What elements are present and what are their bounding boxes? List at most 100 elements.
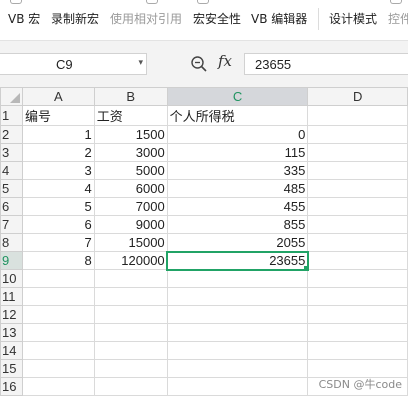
cell-b5[interactable]: 6000 (93, 179, 168, 198)
column-header-d[interactable]: D (307, 87, 408, 106)
cell-c10[interactable] (166, 269, 309, 288)
row-header[interactable]: 10 (0, 269, 23, 288)
row-header[interactable]: 15 (0, 359, 23, 378)
column-header-a[interactable]: A (21, 87, 95, 106)
row-header[interactable]: 4 (0, 161, 23, 180)
cell-c14[interactable] (166, 341, 309, 360)
cell-a5[interactable]: 4 (21, 179, 95, 198)
cell-a6[interactable]: 5 (21, 197, 95, 216)
chevron-down-icon[interactable]: ▾ (138, 58, 143, 68)
cell-a8[interactable]: 7 (21, 233, 95, 252)
cell-a3[interactable]: 2 (21, 143, 95, 162)
cell-b13[interactable] (93, 323, 168, 342)
cell-d14[interactable] (307, 341, 408, 360)
formula-input[interactable]: 23655 (244, 53, 408, 75)
cell-a11[interactable] (21, 287, 95, 306)
cell-c5[interactable]: 485 (166, 179, 309, 198)
cell-c7[interactable]: 855 (166, 215, 309, 234)
cell-c16[interactable] (166, 377, 309, 396)
cell-b14[interactable] (93, 341, 168, 360)
cell-c2[interactable]: 0 (166, 125, 309, 144)
row-header[interactable]: 14 (0, 341, 23, 360)
cell-b11[interactable] (93, 287, 168, 306)
cell-d9[interactable] (307, 251, 408, 270)
cell-c13[interactable] (166, 323, 309, 342)
table-row: 12 (0, 305, 408, 324)
spreadsheet-grid[interactable]: A B C D 1 编号 工资 个人所得税 2 1 1500 0 3 2 3000 115 4 3 5000… (0, 87, 408, 396)
row-header[interactable]: 3 (0, 143, 23, 162)
cell-c6[interactable]: 455 (166, 197, 309, 216)
name-box[interactable]: C9 ▾ (0, 53, 147, 75)
row-header[interactable]: 16 (0, 377, 23, 396)
select-all-corner[interactable] (0, 87, 23, 106)
cell-c1[interactable]: 个人所得税 (166, 105, 309, 126)
row-header[interactable]: 5 (0, 179, 23, 198)
table-row: 2 1 1500 0 (0, 125, 408, 144)
cell-b10[interactable] (93, 269, 168, 288)
row-header[interactable]: 6 (0, 197, 23, 216)
cell-c11[interactable] (166, 287, 309, 306)
cell-a13[interactable] (21, 323, 95, 342)
row-header[interactable]: 1 (0, 105, 23, 126)
cell-a14[interactable] (21, 341, 95, 360)
row-header[interactable]: 9 (0, 251, 23, 270)
cell-d4[interactable] (307, 161, 408, 180)
cell-a15[interactable] (21, 359, 95, 378)
cell-a12[interactable] (21, 305, 95, 324)
cell-b4[interactable]: 5000 (93, 161, 168, 180)
cell-d5[interactable] (307, 179, 408, 198)
cell-b16[interactable] (93, 377, 168, 396)
fx-function-icon[interactable]: fx (218, 52, 232, 70)
cell-d15[interactable] (307, 359, 408, 378)
cell-c8[interactable]: 2055 (166, 233, 309, 252)
cell-a7[interactable]: 6 (21, 215, 95, 234)
cell-d3[interactable] (307, 143, 408, 162)
design-mode-button[interactable]: 设计模式 (329, 10, 377, 27)
macro-security-button[interactable]: 宏安全性 (193, 10, 241, 27)
cell-d13[interactable] (307, 323, 408, 342)
cell-c15[interactable] (166, 359, 309, 378)
cell-c3[interactable]: 115 (166, 143, 309, 162)
cell-d11[interactable] (307, 287, 408, 306)
cell-c12[interactable] (166, 305, 309, 324)
cell-d7[interactable] (307, 215, 408, 234)
cell-d12[interactable] (307, 305, 408, 324)
cell-d1[interactable] (307, 105, 408, 126)
cell-a16[interactable] (21, 377, 95, 396)
row-header[interactable]: 12 (0, 305, 23, 324)
column-header-b[interactable]: B (93, 87, 168, 106)
cell-b3[interactable]: 3000 (93, 143, 168, 162)
cell-a9[interactable]: 8 (21, 251, 95, 270)
controls-button[interactable]: 控件 (388, 10, 408, 27)
column-header-c[interactable]: C (166, 87, 309, 106)
cell-a1[interactable]: 编号 (21, 105, 95, 126)
relative-reference-button[interactable]: 使用相对引用 (110, 10, 182, 27)
cell-b12[interactable] (93, 305, 168, 324)
cell-d8[interactable] (307, 233, 408, 252)
cell-b1[interactable]: 工资 (93, 105, 168, 126)
cell-a10[interactable] (21, 269, 95, 288)
cell-b6[interactable]: 7000 (93, 197, 168, 216)
fill-handle[interactable] (303, 265, 307, 269)
vb-macro-button[interactable]: VB 宏 (8, 10, 40, 27)
cell-d2[interactable] (307, 125, 408, 144)
cell-a2[interactable]: 1 (21, 125, 95, 144)
vb-editor-button[interactable]: VB 编辑器 (251, 10, 307, 27)
record-macro-button[interactable]: 录制新宏 (51, 10, 99, 27)
row-header[interactable]: 11 (0, 287, 23, 306)
row-header[interactable]: 2 (0, 125, 23, 144)
cell-d6[interactable] (307, 197, 408, 216)
zoom-icon[interactable] (190, 55, 208, 73)
cell-b9[interactable]: 120000 (93, 251, 168, 270)
row-header[interactable]: 8 (0, 233, 23, 252)
active-cell-c9[interactable]: 23655 (166, 250, 309, 271)
cell-d10[interactable] (307, 269, 408, 288)
cell-b7[interactable]: 9000 (93, 215, 168, 234)
row-header[interactable]: 7 (0, 215, 23, 234)
cell-b15[interactable] (93, 359, 168, 378)
cell-b2[interactable]: 1500 (93, 125, 168, 144)
cell-c4[interactable]: 335 (166, 161, 309, 180)
cell-b8[interactable]: 15000 (93, 233, 168, 252)
cell-a4[interactable]: 3 (21, 161, 95, 180)
row-header[interactable]: 13 (0, 323, 23, 342)
